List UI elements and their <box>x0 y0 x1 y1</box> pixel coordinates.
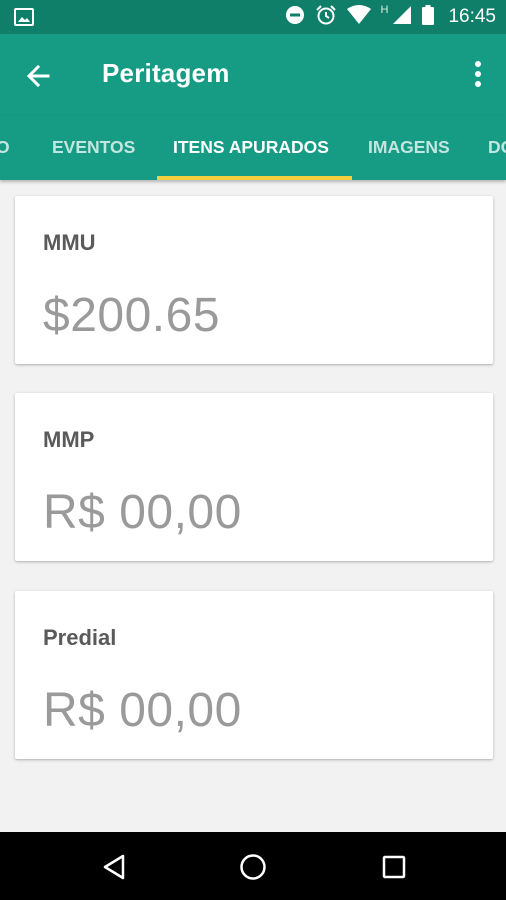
image-icon <box>14 8 34 31</box>
tab-partial-left[interactable]: O <box>0 116 10 180</box>
cell-signal-icon <box>392 5 412 30</box>
wifi-icon <box>346 4 371 30</box>
card-value: R$ 00,00 <box>43 486 242 539</box>
recents-square-icon[interactable] <box>379 852 409 882</box>
navigation-bar <box>0 832 506 900</box>
arrow-back-icon[interactable] <box>22 60 54 92</box>
do-not-disturb-icon <box>285 5 305 30</box>
page-title: Peritagem <box>102 58 230 88</box>
card-label: MMU <box>43 230 96 255</box>
more-vert-icon[interactable] <box>468 58 488 92</box>
tab-partial-right[interactable]: DO <box>488 116 506 180</box>
card-mmp[interactable]: MMP R$ 00,00 <box>15 393 493 561</box>
card-mmu[interactable]: MMU $200.65 <box>15 196 493 364</box>
tab-bar: O EVENTOS ITENS APURADOS IMAGENS DO <box>0 116 506 180</box>
battery-icon <box>422 4 435 30</box>
tab-indicator <box>157 176 352 180</box>
status-time: 16:45 <box>448 6 496 27</box>
card-predial[interactable]: Predial R$ 00,00 <box>15 591 493 759</box>
tab-imagens[interactable]: IMAGENS <box>368 116 450 180</box>
network-type-label: H <box>380 4 389 16</box>
card-value: $200.65 <box>43 289 221 342</box>
tab-itens-apurados[interactable]: ITENS APURADOS <box>173 116 329 180</box>
app-bar: Peritagem <box>0 34 506 116</box>
back-triangle-icon[interactable] <box>100 852 130 882</box>
card-value: R$ 00,00 <box>43 684 242 737</box>
home-circle-icon[interactable] <box>238 852 268 882</box>
status-bar: H 16:45 <box>0 0 506 34</box>
card-label: MMP <box>43 427 95 452</box>
alarm-icon <box>315 4 337 31</box>
tab-eventos[interactable]: EVENTOS <box>52 116 135 180</box>
card-label: Predial <box>43 625 117 650</box>
